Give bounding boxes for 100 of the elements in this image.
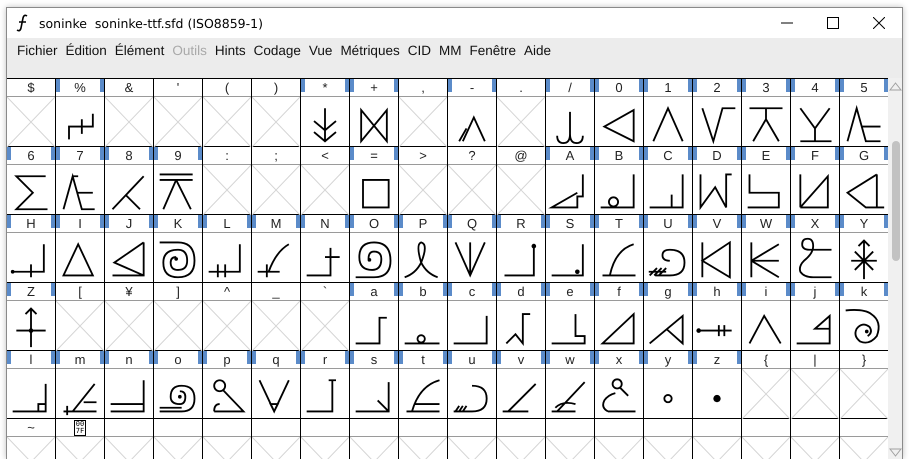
glyph-label: V [712,216,722,231]
glyph-label: = [370,148,378,163]
menu-item[interactable]: Fichier [13,43,62,58]
glyph-label: t [421,352,425,367]
glyph-label: | [813,352,817,367]
glyph-label: 2 [713,80,721,95]
glyph-label: ; [274,148,278,163]
glyph-label: E [762,148,770,163]
glyph-label: / [568,80,572,95]
glyph-label: [ [78,284,82,299]
glyph-label: O [368,216,380,231]
glyph-label: ^ [224,284,230,299]
glyph-label: A [566,148,574,163]
glyph-label: F [811,148,819,163]
glyph-label: _ [272,284,280,299]
glyph-label: N [320,216,330,231]
glyph-label: P [418,216,428,231]
maximize-icon[interactable] [827,17,839,29]
glyph-label: > [419,148,427,163]
glyph-label: l [30,352,32,367]
glyph-label: b [419,284,427,299]
glyph-label: d [517,284,525,299]
glyph-label: h [713,284,721,299]
glyph-label: G [858,148,870,163]
glyph-label: ? [468,148,476,163]
scroll-thumb[interactable] [892,141,900,261]
glyph-label: . [519,80,523,95]
glyph-label: ] [176,284,180,299]
glyph-label: e [566,284,574,299]
glyph-label: 4 [811,80,819,95]
glyph-label: m [74,352,86,367]
glyph-label: S [566,216,574,231]
glyph-label: % [74,80,86,95]
glyph-label: 8 [125,148,133,163]
glyph-label: p [223,352,231,367]
glyph-label: 7 [76,148,84,163]
glyph-label: x [616,352,622,367]
glyph-label: L [223,216,231,231]
close-icon[interactable] [873,17,885,29]
glyph-label: ~ [27,420,35,435]
glyph-label: u [468,352,476,367]
glyph-label: ) [274,80,278,95]
glyph-label: a [370,284,378,299]
menu-item[interactable]: Édition [62,43,111,58]
glyph-label: s [370,352,378,367]
glyph-label: Q [466,216,478,231]
glyph-label: & [124,80,134,95]
glyph-label: g [664,284,672,299]
glyph-label: 0 [615,80,623,95]
glyph-label: I [78,216,82,231]
menu-item[interactable]: Aide [520,43,556,58]
glyph-label: K [174,216,182,231]
menu-item[interactable]: MM [434,43,466,58]
glyph-label: c [468,284,476,299]
glyph-label: T [615,216,623,231]
menu-item[interactable]: Élément [110,43,168,58]
glyph-label: v [518,352,524,367]
glyph-label: R [516,216,526,231]
glyph-label: * [322,80,328,95]
glyph-label: 9 [174,148,182,163]
scrollbar[interactable] [888,78,902,459]
glyph-label: r [322,352,328,367]
glyph-label: < [321,148,329,163]
glyph-label: M [270,216,282,231]
glyph-label: f [617,284,621,299]
glyph-label: W [760,216,772,231]
menu-item[interactable]: Hints [210,43,250,58]
glyph-label: ' [176,80,180,95]
glyph-label: - [470,80,474,95]
glyph-label: ( [224,80,230,95]
glyph-label: D [712,148,722,163]
glyph-label: } [862,352,866,367]
glyph-label: ¥ [125,284,133,299]
glyph-label: 1 [664,80,672,95]
menu-item[interactable]: Métriques [336,43,404,58]
glyph-label: o [174,352,182,367]
glyph-label: B [614,148,624,163]
glyph-label: j [814,284,816,299]
glyph-label: J [126,216,132,231]
glyph-label: Y [860,216,868,231]
glyph-label: i [764,284,768,299]
menu-item[interactable]: Vue [304,43,336,58]
glyph-label: 5 [860,80,868,95]
glyph-label: w [565,352,575,367]
glyph-label: $ [27,80,35,95]
glyph-label: C [663,148,673,163]
glyph-label: q [272,352,280,367]
glyph-label: 3 [762,80,770,95]
glyph-label: + [370,80,378,95]
glyph-label: y [664,352,672,367]
glyph-label: n [125,352,133,367]
glyph-label: z [714,352,720,367]
window-title: soninke soninke-ttf.sfd (ISO8859-1) [39,16,264,30]
glyph-label: 6 [27,148,35,163]
menu-item[interactable]: Fenêtre [465,43,520,58]
glyph-label: @ [514,148,528,163]
menu-item[interactable]: Codage [250,43,305,58]
glyph-label: Z [27,284,35,299]
glyph-label: H [26,216,36,231]
menu-item[interactable]: CID [404,43,435,58]
